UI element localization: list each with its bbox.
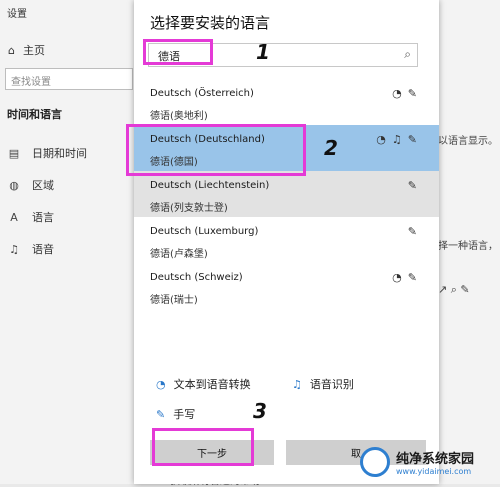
nav-item-datetime[interactable]: ▤ 日期和时间	[8, 145, 87, 161]
annotation-number: 2	[324, 136, 338, 160]
language-native-name: 德语(列支敦士登)	[150, 203, 228, 214]
background-text: 以语言显示。	[438, 136, 498, 147]
language-icon: A	[10, 210, 18, 224]
feature-label: 手写	[173, 408, 196, 421]
language-name: Deutsch (Schweiz)	[150, 272, 243, 283]
calendar-icon: ▤	[8, 146, 20, 160]
language-name: Deutsch (Liechtenstein)	[150, 180, 270, 191]
language-native-name: 德语(奥地利)	[150, 111, 208, 122]
nav-item-language[interactable]: A 语言	[8, 209, 54, 225]
feature-label: 语音识别	[309, 378, 354, 391]
language-item[interactable]: Deutsch (Schweiz) 德语(瑞士) ◔ ✎	[134, 263, 439, 309]
home-label: 主页	[22, 44, 45, 57]
home-icon: ⌂	[8, 43, 15, 57]
nav-label: 区域	[32, 179, 54, 192]
speech-icon: ◔	[156, 377, 166, 391]
nav-label: 日期和时间	[32, 147, 87, 160]
language-item[interactable]: Deutsch (Liechtenstein) 德语(列支敦士登) ✎	[134, 171, 439, 217]
language-name: Deutsch (Österreich)	[150, 88, 254, 99]
region-icon: ◍	[9, 178, 19, 192]
speech-icon: ◔	[376, 133, 386, 146]
handwriting-icon: ✎	[407, 225, 417, 238]
mic-icon: ♫	[9, 242, 19, 256]
feature-label: 文本到语音转换	[173, 378, 251, 391]
nav-item-speech[interactable]: ♫ 语音	[8, 241, 54, 257]
watermark-title: 纯净系统家园	[396, 452, 475, 467]
handwriting-icon: ✎	[156, 407, 166, 421]
watermark-logo-icon	[360, 447, 390, 477]
annotation-box-next	[152, 428, 254, 466]
choose-language-dialog: 选择要安装的语言 德语 ⌕ Deutsch (Österreich) 德语(奥地…	[134, 0, 439, 484]
speech-icon: ◔	[392, 87, 402, 100]
annotation-box-language	[126, 124, 306, 176]
settings-search-input[interactable]: 查找设置	[5, 68, 133, 90]
annotation-number: 3	[253, 399, 267, 423]
section-heading: 时间和语言	[7, 108, 62, 121]
handwriting-icon: ✎	[407, 87, 417, 100]
search-icon[interactable]: ⌕	[404, 47, 411, 62]
speech-icon: ◔	[392, 271, 402, 284]
settings-title: 设置	[7, 9, 27, 20]
language-native-name: 德语(瑞士)	[150, 295, 198, 306]
language-name: Deutsch (Luxemburg)	[150, 226, 259, 237]
home-nav-item[interactable]: ⌂ 主页	[8, 42, 45, 58]
feature-handwriting: ✎ 手写	[156, 406, 195, 422]
watermark: 纯净系统家园 www.yidaimei.com	[360, 440, 500, 484]
language-item[interactable]: Deutsch (Luxemburg) 德语(卢森堡) ✎	[134, 217, 439, 263]
annotation-box-search	[143, 39, 213, 65]
feature-speech-recognition: ♫ 语音识别	[292, 376, 354, 392]
watermark-url: www.yidaimei.com	[396, 467, 472, 476]
nav-item-region[interactable]: ◍ 区域	[8, 177, 54, 193]
dialog-title: 选择要安装的语言	[150, 14, 271, 32]
mic-icon: ♫	[292, 377, 302, 391]
feature-icons: ↗ ⌕ ✎	[438, 283, 470, 296]
mic-icon: ♫	[391, 133, 402, 146]
feature-tts: ◔ 文本到语音转换	[156, 376, 251, 392]
language-item[interactable]: Deutsch (Österreich) 德语(奥地利) ◔ ✎	[134, 79, 439, 125]
handwriting-icon: ✎	[407, 271, 417, 284]
handwriting-icon: ✎	[407, 179, 417, 192]
language-native-name: 德语(卢森堡)	[150, 249, 208, 260]
annotation-number: 1	[256, 40, 270, 64]
background-text: 择一种语言，	[438, 241, 498, 252]
language-list: Deutsch (Österreich) 德语(奥地利) ◔ ✎ Deutsch …	[134, 79, 439, 309]
handwriting-icon: ✎	[407, 133, 417, 146]
nav-label: 语言	[32, 211, 54, 224]
nav-label: 语音	[32, 243, 54, 256]
